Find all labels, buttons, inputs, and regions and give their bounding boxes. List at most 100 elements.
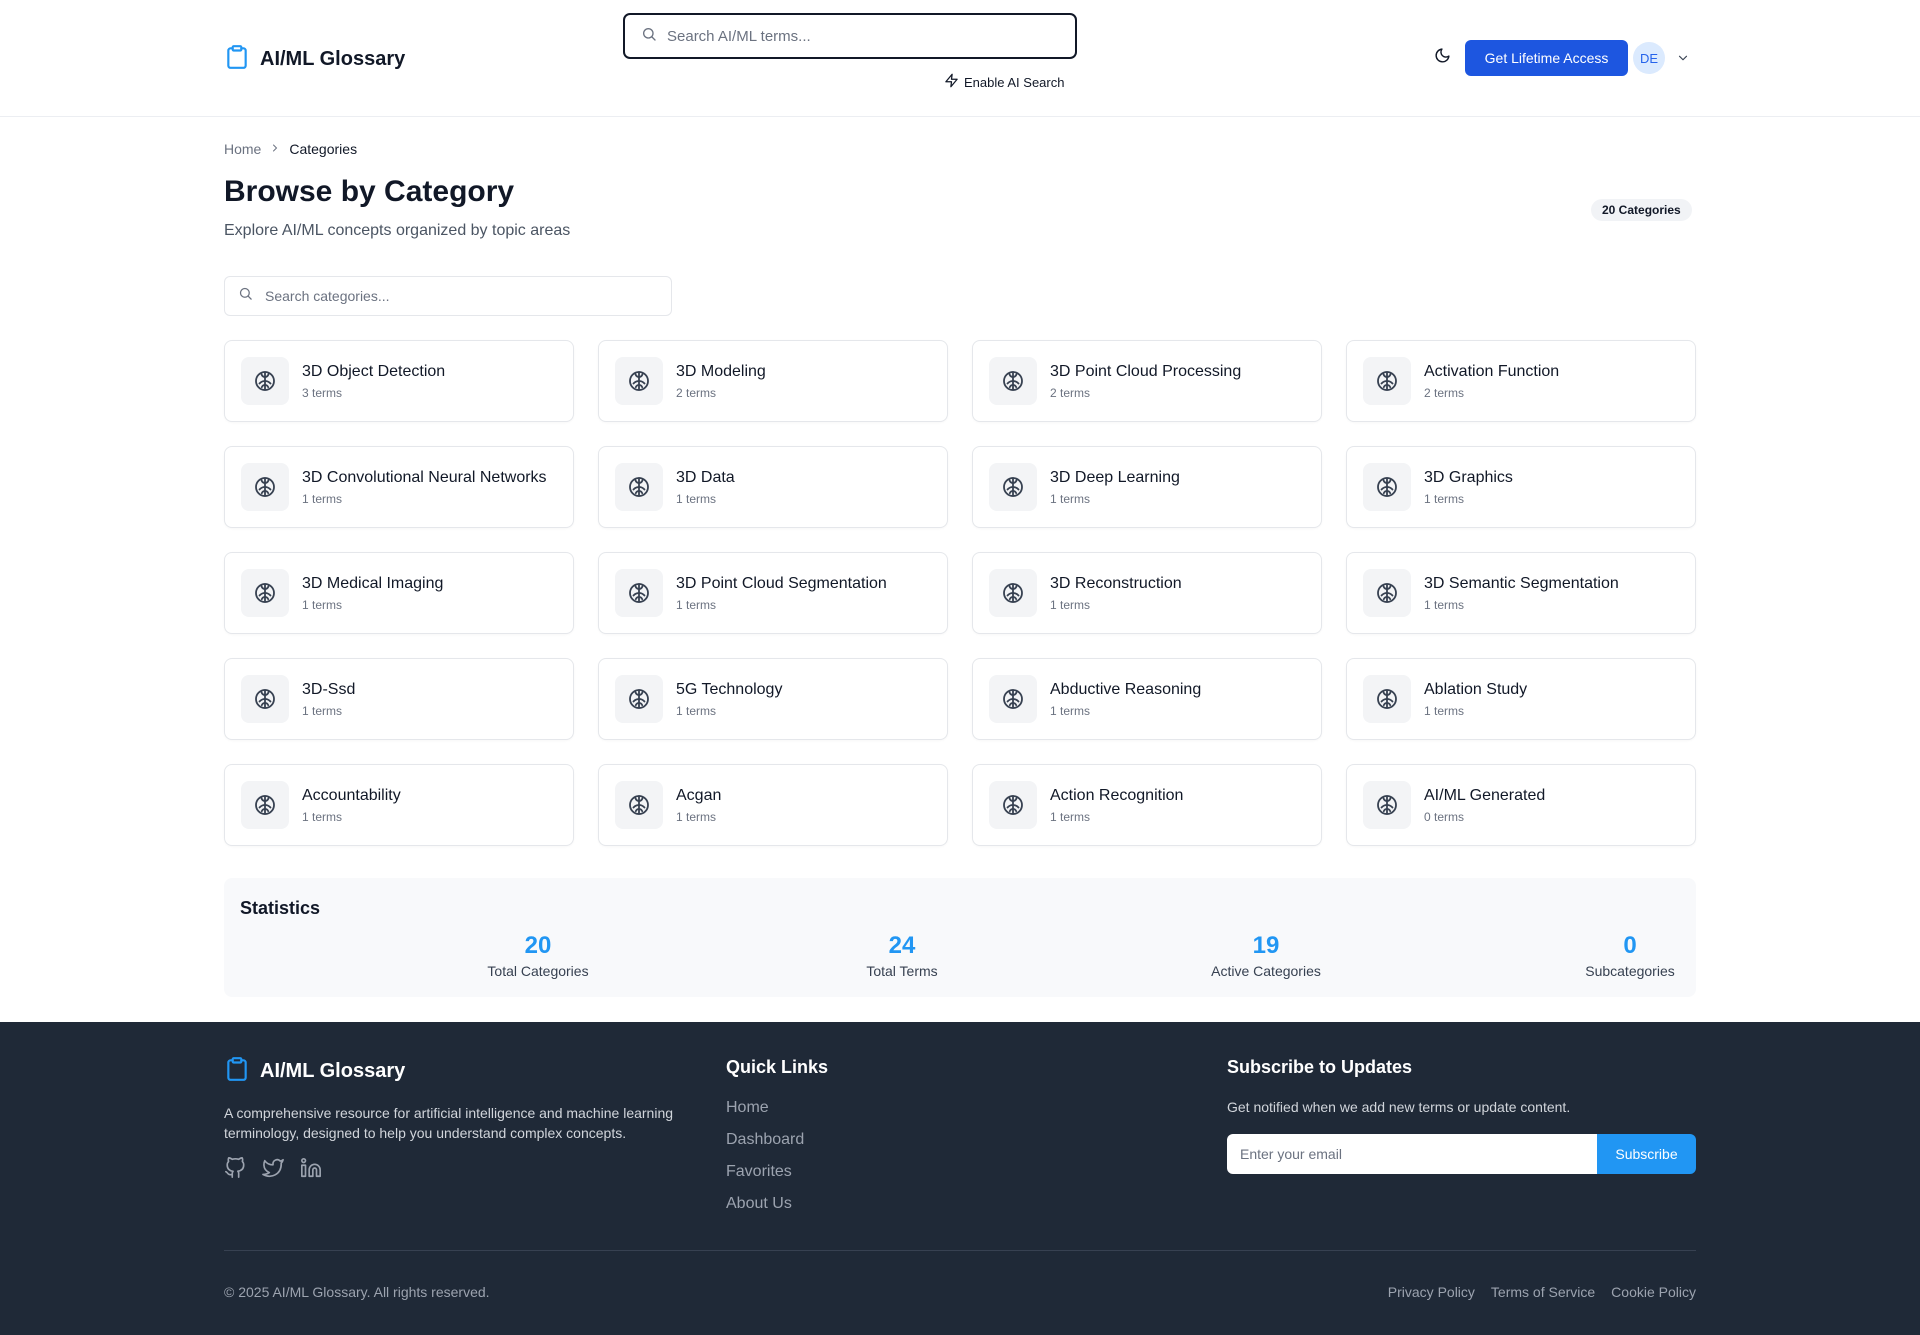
category-card[interactable]: 3D-Ssd 1 terms bbox=[224, 658, 574, 740]
moon-icon[interactable] bbox=[1434, 47, 1451, 69]
global-search-input[interactable] bbox=[667, 27, 1047, 45]
category-search-input[interactable] bbox=[265, 288, 655, 304]
category-name: 3D Graphics bbox=[1424, 468, 1513, 486]
breadcrumb-home[interactable]: Home bbox=[224, 141, 261, 157]
brain-icon bbox=[615, 569, 663, 617]
category-card[interactable]: 3D Medical Imaging 1 terms bbox=[224, 552, 574, 634]
privacy-policy-link[interactable]: Privacy Policy bbox=[1388, 1284, 1475, 1300]
footer-description: A comprehensive resource for artificial … bbox=[224, 1105, 674, 1141]
footer-link-home[interactable]: Home bbox=[726, 1098, 804, 1117]
category-name: AI/ML Generated bbox=[1424, 786, 1546, 804]
stat-label: Total Terms bbox=[866, 963, 938, 979]
enable-ai-search-label: Enable AI Search bbox=[964, 74, 1065, 90]
category-card[interactable]: 3D Point Cloud Segmentation 1 terms bbox=[598, 552, 948, 634]
clipboard-icon bbox=[224, 1055, 250, 1088]
brain-icon bbox=[241, 463, 289, 511]
get-lifetime-access-button[interactable]: Get Lifetime Access bbox=[1465, 40, 1628, 76]
category-term-count: 1 terms bbox=[1424, 703, 1465, 718]
category-name: 3D Medical Imaging bbox=[302, 574, 444, 592]
category-term-count: 1 terms bbox=[676, 703, 717, 718]
email-field[interactable] bbox=[1227, 1134, 1597, 1174]
legal-links: Privacy Policy Terms of Service Cookie P… bbox=[1388, 1284, 1696, 1300]
brain-icon bbox=[615, 675, 663, 723]
category-card[interactable]: 5G Technology 1 terms bbox=[598, 658, 948, 740]
category-card[interactable]: Activation Function 2 terms bbox=[1346, 340, 1696, 422]
footer-link-about[interactable]: About Us bbox=[726, 1194, 804, 1213]
brain-icon bbox=[241, 781, 289, 829]
stat-label: Subcategories bbox=[1585, 963, 1675, 979]
category-card[interactable]: 3D Data 1 terms bbox=[598, 446, 948, 528]
category-card[interactable]: 3D Semantic Segmentation 1 terms bbox=[1346, 552, 1696, 634]
linkedin-icon[interactable] bbox=[300, 1157, 322, 1184]
category-card[interactable]: 3D Graphics 1 terms bbox=[1346, 446, 1696, 528]
category-card[interactable]: AI/ML Generated 0 terms bbox=[1346, 764, 1696, 846]
category-term-count: 1 terms bbox=[302, 491, 343, 506]
category-name: Action Recognition bbox=[1050, 786, 1184, 804]
footer-logo[interactable]: AI/ML Glossary bbox=[224, 1055, 405, 1088]
github-icon[interactable] bbox=[224, 1157, 246, 1184]
category-term-count: 2 terms bbox=[1424, 385, 1465, 400]
category-name: 3D-Ssd bbox=[302, 680, 356, 698]
category-term-count: 1 terms bbox=[302, 809, 343, 824]
category-term-count: 1 terms bbox=[1050, 491, 1091, 506]
clipboard-icon bbox=[224, 43, 250, 76]
statistics-panel: Statistics 20 Total Categories 24 Total … bbox=[224, 878, 1696, 997]
category-card[interactable]: Accountability 1 terms bbox=[224, 764, 574, 846]
site-footer: AI/ML Glossary A comprehensive resource … bbox=[0, 1022, 1920, 1335]
chevron-right-icon bbox=[269, 141, 281, 157]
site-logo[interactable]: AI/ML Glossary bbox=[224, 43, 405, 76]
search-icon bbox=[238, 286, 253, 306]
category-card[interactable]: 3D Reconstruction 1 terms bbox=[972, 552, 1322, 634]
category-term-count: 0 terms bbox=[1424, 809, 1465, 824]
breadcrumb-current: Categories bbox=[289, 141, 358, 157]
stat-total-categories: 20 Total Categories bbox=[438, 932, 638, 979]
subscribe-description: Get notified when we add new terms or up… bbox=[1227, 1099, 1571, 1115]
footer-divider bbox=[224, 1250, 1696, 1251]
cookie-policy-link[interactable]: Cookie Policy bbox=[1611, 1284, 1696, 1300]
category-name: 3D Convolutional Neural Networks bbox=[302, 468, 547, 486]
category-term-count: 1 terms bbox=[676, 597, 717, 612]
brain-icon bbox=[1363, 569, 1411, 617]
stat-total-terms: 24 Total Terms bbox=[802, 932, 1002, 979]
category-grid: 3D Object Detection 3 terms 3D Modeling … bbox=[224, 340, 1696, 846]
stat-label: Active Categories bbox=[1211, 963, 1321, 979]
category-card-text: Acgan 1 terms bbox=[676, 787, 721, 824]
category-card[interactable]: Acgan 1 terms bbox=[598, 764, 948, 846]
category-card[interactable]: 3D Point Cloud Processing 2 terms bbox=[972, 340, 1322, 422]
category-term-count: 1 terms bbox=[1424, 597, 1465, 612]
category-card[interactable]: Ablation Study 1 terms bbox=[1346, 658, 1696, 740]
enable-ai-search-button[interactable]: Enable AI Search bbox=[944, 73, 1064, 91]
global-search[interactable] bbox=[623, 13, 1077, 59]
avatar[interactable]: DE bbox=[1633, 42, 1665, 74]
category-term-count: 1 terms bbox=[1050, 809, 1091, 824]
twitter-icon[interactable] bbox=[262, 1157, 284, 1184]
chevron-down-icon[interactable] bbox=[1676, 51, 1690, 70]
category-card[interactable]: 3D Deep Learning 1 terms bbox=[972, 446, 1322, 528]
subscribe-heading: Subscribe to Updates bbox=[1227, 1057, 1413, 1077]
brain-icon bbox=[989, 463, 1037, 511]
stat-subcategories: 0 Subcategories bbox=[1530, 932, 1730, 979]
brain-icon bbox=[615, 357, 663, 405]
brain-icon bbox=[615, 781, 663, 829]
category-name: Ablation Study bbox=[1424, 680, 1528, 698]
footer-link-dashboard[interactable]: Dashboard bbox=[726, 1130, 804, 1149]
category-card[interactable]: Action Recognition 1 terms bbox=[972, 764, 1322, 846]
footer-link-favorites[interactable]: Favorites bbox=[726, 1162, 804, 1181]
brain-icon bbox=[241, 357, 289, 405]
category-card[interactable]: 3D Convolutional Neural Networks 1 terms bbox=[224, 446, 574, 528]
category-card-text: 3D Convolutional Neural Networks 1 terms bbox=[302, 469, 547, 506]
terms-of-service-link[interactable]: Terms of Service bbox=[1491, 1284, 1595, 1300]
category-card[interactable]: 3D Modeling 2 terms bbox=[598, 340, 948, 422]
category-card[interactable]: 3D Object Detection 3 terms bbox=[224, 340, 574, 422]
stat-value: 19 bbox=[1252, 932, 1280, 959]
category-card-text: 3D Semantic Segmentation 1 terms bbox=[1424, 575, 1619, 612]
category-name: Activation Function bbox=[1424, 362, 1560, 380]
category-card[interactable]: Abductive Reasoning 1 terms bbox=[972, 658, 1322, 740]
category-name: 3D Point Cloud Segmentation bbox=[676, 574, 887, 592]
category-search[interactable] bbox=[224, 276, 672, 316]
footer-title: AI/ML Glossary bbox=[260, 1060, 406, 1082]
category-card-text: 3D Deep Learning 1 terms bbox=[1050, 469, 1180, 506]
stat-value: 0 bbox=[1623, 932, 1637, 959]
category-card-text: Activation Function 2 terms bbox=[1424, 363, 1559, 400]
subscribe-button[interactable]: Subscribe bbox=[1597, 1134, 1696, 1174]
